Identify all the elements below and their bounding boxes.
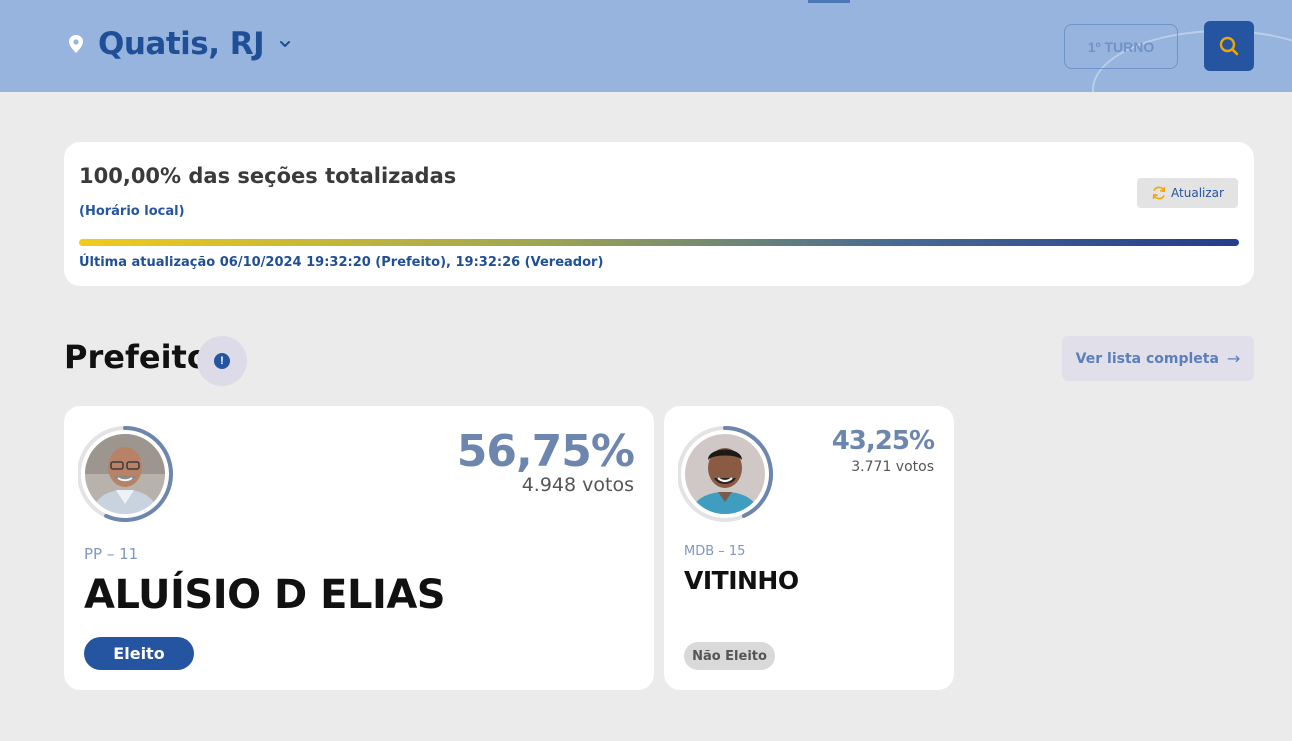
local-time-note: (Horário local) (79, 204, 185, 219)
turn-button[interactable]: 1º TURNO (1064, 24, 1178, 69)
map-pin-icon (69, 35, 83, 53)
totalization-title: 100,00% das seções totalizadas (79, 164, 457, 188)
arrow-right-icon: → (1226, 349, 1241, 368)
totalization-progress-bar (79, 239, 1239, 246)
search-icon (1219, 36, 1239, 56)
chevron-down-icon (280, 41, 291, 47)
candidate-avatar (78, 426, 173, 522)
location-selector[interactable]: Quatis, RJ (66, 26, 292, 62)
refresh-icon (1152, 186, 1166, 200)
location-name: Quatis, RJ (98, 26, 265, 62)
search-button[interactable] (1204, 21, 1254, 71)
section-title: Prefeito (64, 338, 209, 376)
status-badge: Eleito (84, 637, 194, 670)
refresh-button[interactable]: Atualizar (1137, 178, 1238, 208)
totalization-status-card: 100,00% das seções totalizadas (Horário … (64, 142, 1254, 286)
info-icon: ! (214, 353, 230, 369)
vote-count: 4.948 votos (521, 474, 634, 496)
top-header: Quatis, RJ 1º TURNO (0, 0, 1292, 92)
info-button[interactable]: ! (197, 336, 247, 386)
refresh-label: Atualizar (1171, 186, 1224, 200)
last-update-text: Última atualização 06/10/2024 19:32:20 (… (79, 255, 604, 270)
candidate-party: PP – 11 (84, 545, 139, 563)
vote-count: 3.771 votos (851, 459, 934, 475)
vote-percentage: 56,75% (456, 426, 635, 477)
progress-fill (79, 239, 1239, 246)
candidate-name: VITINHO (684, 566, 799, 595)
header-active-marker (808, 0, 850, 3)
candidate-card[interactable]: 56,75% 4.948 votos PP – 11 ALUÍSIO D ELI… (64, 406, 654, 690)
status-badge: Não Eleito (684, 642, 775, 670)
candidate-avatar (678, 426, 773, 522)
candidate-party: MDB – 15 (684, 544, 746, 559)
candidate-name: ALUÍSIO D ELIAS (84, 572, 446, 618)
full-list-button[interactable]: Ver lista completa → (1062, 336, 1254, 381)
vote-percentage: 43,25% (831, 426, 935, 456)
full-list-label: Ver lista completa (1075, 350, 1219, 367)
candidate-card[interactable]: 43,25% 3.771 votos MDB – 15 VITINHO Não … (664, 406, 954, 690)
